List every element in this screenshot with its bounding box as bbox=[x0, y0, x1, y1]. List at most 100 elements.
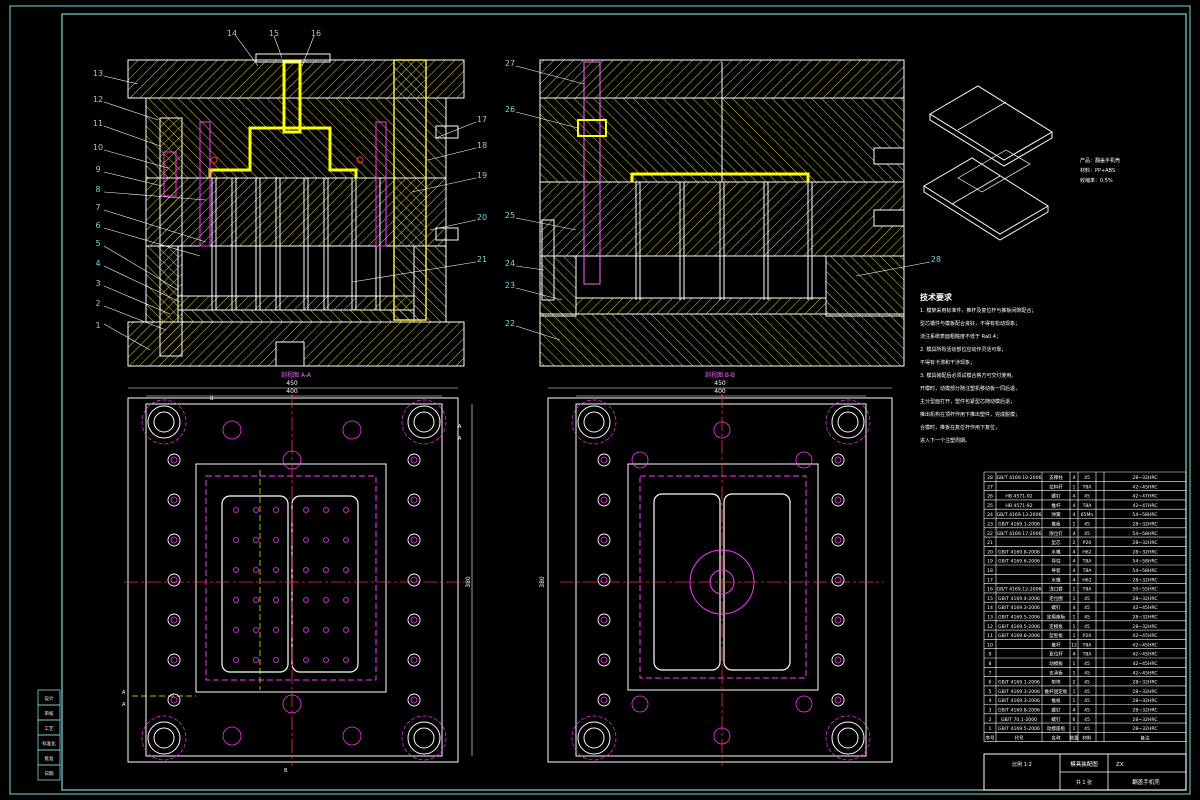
bom-header-name: 名称 bbox=[1051, 734, 1061, 741]
bom-cell-mat: 45 bbox=[1084, 689, 1090, 695]
bom-cell-no: 3 bbox=[989, 708, 992, 714]
bom-cell-std: GB/T 70.1-2000 bbox=[1001, 717, 1037, 723]
bom-cell-std: GB/T 4169.3-2006 bbox=[998, 689, 1040, 695]
bom-cell-name: 动模座板 bbox=[1047, 725, 1066, 732]
bom-cell-mat: 45 bbox=[1084, 475, 1090, 481]
margin-item: 审核 bbox=[45, 710, 54, 717]
bom-cell-qty: 2 bbox=[1073, 540, 1076, 546]
bom-cell-note: 28~32HRC bbox=[1132, 615, 1157, 621]
bom-header-qty: 数量 bbox=[1069, 734, 1079, 741]
bom-cell-qty: 4 bbox=[1073, 512, 1076, 518]
bom-cell-qty: 4 bbox=[1073, 577, 1076, 583]
title-part-name: 模具装配图 bbox=[1070, 760, 1098, 768]
bom-cell-mat: H62 bbox=[1082, 549, 1091, 555]
callout-number: 13 bbox=[93, 69, 103, 78]
bom-cell-qty: 4 bbox=[1073, 494, 1076, 500]
bom-cell-name: 型芯 bbox=[1051, 539, 1061, 546]
bom-cell-std: HB 4571-92 bbox=[1005, 494, 1032, 500]
bom-cell-qty: 1 bbox=[1073, 698, 1076, 704]
bom-cell-mat: 45 bbox=[1084, 531, 1090, 537]
bom-cell-mat: 45 bbox=[1084, 717, 1090, 723]
callout-number: 21 bbox=[477, 255, 487, 264]
callout-number: 8 bbox=[95, 185, 100, 194]
callout-number: 18 bbox=[477, 141, 487, 150]
bom-cell-name: 螺钉 bbox=[1051, 707, 1061, 714]
section-letter-a2: A bbox=[458, 436, 462, 442]
right-plan-view bbox=[547, 394, 893, 766]
bom-cell-std: GB/T 4169.13-2006 bbox=[997, 512, 1042, 518]
bom-cell-note: 42~45HRC bbox=[1132, 652, 1157, 658]
bom-cell-note: 54~58HRC bbox=[1132, 531, 1157, 537]
bom-cell-qty: 12 bbox=[1071, 642, 1077, 648]
bom-cell-note: 28~32HRC bbox=[1132, 698, 1157, 704]
bom-cell-name: 螺钉 bbox=[1051, 604, 1061, 611]
bom-cell-no: 17 bbox=[987, 577, 993, 583]
callout-number: 9 bbox=[95, 165, 100, 174]
bom-cell-name: 垫块 bbox=[1051, 679, 1061, 686]
bom-cell-mat: P20 bbox=[1083, 540, 1092, 546]
bom-cell-mat: H62 bbox=[1082, 577, 1091, 583]
bom-cell-note: 28~32HRC bbox=[1132, 549, 1157, 555]
bom-cell-no: 12 bbox=[987, 624, 993, 630]
bom-cell-note: 42~47HRC bbox=[1132, 503, 1157, 509]
bom-cell-note: 50~55HRC bbox=[1132, 587, 1157, 593]
bom-cell-std: GB/T 4169.8-2006 bbox=[998, 708, 1040, 714]
margin-item: 设计 bbox=[45, 695, 54, 702]
product-note: 产品：翻盖手机壳 材料：PP+ABS 收缩率：0.5% bbox=[1080, 157, 1120, 184]
bom-cell-no: 6 bbox=[989, 680, 992, 686]
tech-line: 进入下一个注塑周期。 bbox=[920, 437, 970, 444]
bom-cell-note: 28~32HRC bbox=[1132, 540, 1157, 546]
tech-line: 1. 模架采用标准件，推杆及复位杆与推板间隙配合； bbox=[920, 307, 1036, 314]
callout-number: 14 bbox=[227, 29, 237, 38]
tech-line: 推出机构在顶杆作用下推出塑件，完成脱模； bbox=[920, 411, 1020, 418]
bom-cell-note: 42~45HRC bbox=[1132, 605, 1157, 611]
bom-cell-std: GB/T 4169.8-2006 bbox=[998, 633, 1040, 639]
section-label-left: 剖视图 A-A bbox=[281, 371, 312, 379]
section-label-right: 剖视图 B-B bbox=[705, 371, 735, 379]
bom-cell-mat: 65Mn bbox=[1081, 512, 1094, 518]
bom-cell-no: 15 bbox=[987, 596, 993, 602]
bom-cell-no: 26 bbox=[987, 494, 993, 500]
bom-cell-std: GB/T 4169.12-2006 bbox=[997, 587, 1042, 593]
section-letter-b1: B bbox=[210, 396, 214, 402]
bom-cell-mat: 45 bbox=[1084, 615, 1090, 621]
bom-cell-std: GB/T 4169.5-2006 bbox=[998, 615, 1040, 621]
tech-line: 不得有卡滞和干涉现象； bbox=[920, 359, 975, 366]
section-letter-a3: A bbox=[122, 690, 126, 696]
bom-cell-qty: 1 bbox=[1073, 615, 1076, 621]
bom-cell-no: 25 bbox=[987, 503, 993, 509]
bom-cell-name: 支撑柱 bbox=[1049, 474, 1063, 481]
bom-cell-qty: 1 bbox=[1073, 670, 1076, 676]
section-letter-b2: B bbox=[284, 768, 288, 774]
bom-cell-name: 定模座板 bbox=[1047, 614, 1066, 621]
callout-number: 5 bbox=[95, 239, 100, 248]
bom-cell-std: GB/T 4169.10-2006 bbox=[997, 475, 1042, 481]
callout-number: 2 bbox=[95, 299, 100, 308]
callout-number: 20 bbox=[477, 213, 487, 222]
callout-number: 27 bbox=[505, 59, 515, 68]
bom-cell-note: 28~32HRC bbox=[1132, 522, 1157, 528]
bom-cell-note: 28~32HRC bbox=[1132, 577, 1157, 583]
bom-cell-name: 推杆 bbox=[1051, 641, 1061, 648]
cavity-left bbox=[221, 495, 289, 673]
bom-cell-name: 推板 bbox=[1051, 697, 1061, 704]
bom-cell-note: 28~32HRC bbox=[1132, 689, 1157, 695]
tech-line: 2. 模具所有活动部位应动作灵活可靠； bbox=[920, 346, 1006, 353]
bom-cell-no: 11 bbox=[987, 633, 993, 639]
bom-cell-mat: T8A bbox=[1082, 568, 1093, 574]
bom-cell-qty: 1 bbox=[1073, 624, 1076, 630]
bom-cell-qty: 1 bbox=[1073, 596, 1076, 602]
title-scale: 比例 1:2 bbox=[1012, 761, 1032, 768]
tech-line: 合模时，推板在复位杆作用下复位， bbox=[920, 424, 1000, 431]
bom-cell-no: 7 bbox=[989, 670, 992, 676]
cavity-right bbox=[291, 495, 359, 673]
bom-cell-mat: P20 bbox=[1083, 633, 1092, 639]
bom-cell-mat: 45 bbox=[1084, 494, 1090, 500]
callout-number: 15 bbox=[269, 29, 279, 38]
bom-cell-mat: 45 bbox=[1084, 661, 1090, 667]
bom-cell-no: 10 bbox=[987, 642, 993, 648]
bom-cell-name: 复位杆 bbox=[1049, 651, 1063, 658]
bom-cell-no: 8 bbox=[989, 661, 992, 667]
bom-cell-no: 23 bbox=[987, 522, 993, 528]
bom-cell-note: 54~58HRC bbox=[1132, 512, 1157, 518]
